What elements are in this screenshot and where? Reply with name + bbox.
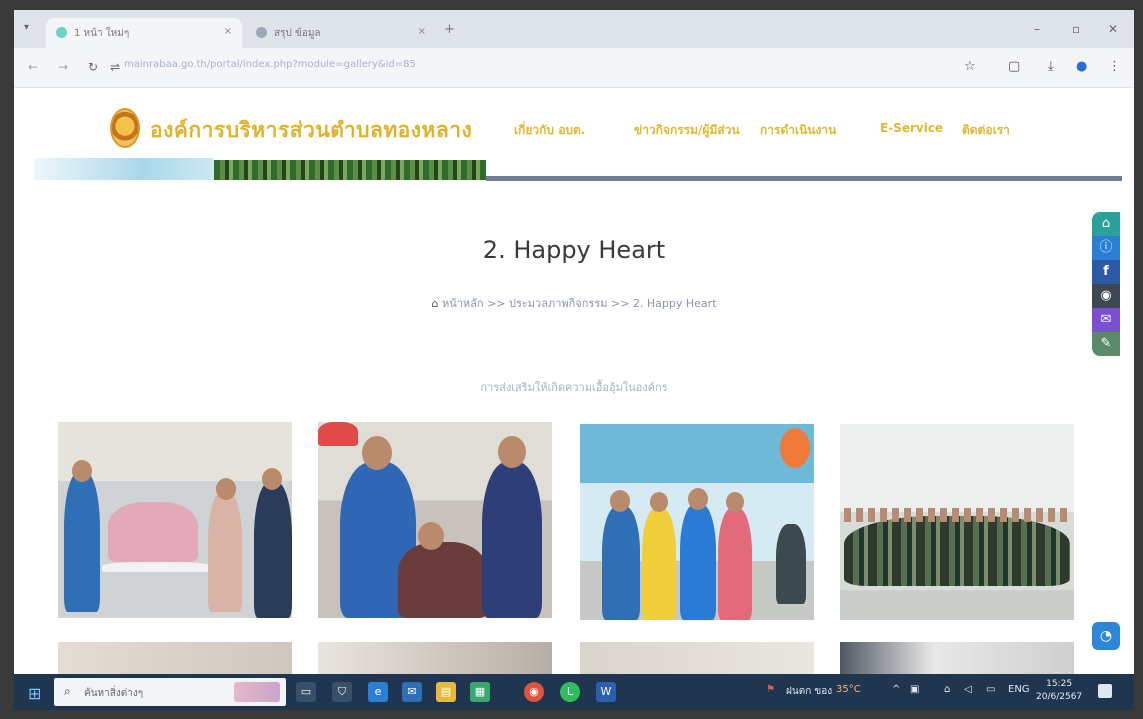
user-icon[interactable]: ◉ xyxy=(1092,284,1120,308)
reload-icon[interactable]: ↻ xyxy=(88,60,98,74)
mail-icon[interactable]: ✉ xyxy=(1092,308,1120,332)
forward-icon[interactable]: → xyxy=(58,60,68,74)
home-icon[interactable]: ⌂ xyxy=(1092,212,1120,236)
facebook-icon[interactable]: f xyxy=(1092,260,1120,284)
chat-icon[interactable]: ◔ xyxy=(1092,622,1120,650)
minimize-icon[interactable]: – xyxy=(1034,22,1040,36)
new-tab-button[interactable]: + xyxy=(444,22,455,37)
taskbar-clock[interactable]: 15:25 20/6/2567 xyxy=(1036,678,1082,704)
tab-favicon xyxy=(56,27,67,38)
store-icon[interactable]: ▦ xyxy=(470,682,490,702)
breadcrumb-section[interactable]: ประมวลภาพกิจกรรม xyxy=(509,297,607,310)
bookmark-star-icon[interactable]: ☆ xyxy=(964,59,976,74)
clock-date: 20/6/2567 xyxy=(1036,692,1083,702)
weather-text[interactable]: ฝนตก ของ xyxy=(786,684,832,699)
gallery-photo[interactable] xyxy=(580,424,814,620)
close-tab-icon[interactable]: × xyxy=(418,26,426,37)
address-bar: ← → ↻ ⇌ mainrabaa.go.th/portal/index.php… xyxy=(14,48,1134,88)
profile-icon[interactable]: ● xyxy=(1076,59,1087,74)
nav-menu-item[interactable]: E-Service xyxy=(880,121,943,135)
info-icon[interactable]: ⓘ xyxy=(1092,236,1120,260)
temperature-text[interactable]: 35°C xyxy=(836,684,861,695)
search-placeholder: ค้นหาสิ่งต่างๆ xyxy=(84,688,144,699)
site-name[interactable]: องค์การบริหารส่วนตำบลทองหลาง xyxy=(150,114,472,147)
mail-app-icon[interactable]: ✉ xyxy=(402,682,422,702)
monitor-screen: ▾ 1 หน้า ใหม่ๆ × สรุป ข้อมูล × + – ▫ ✕ ←… xyxy=(14,10,1134,710)
site-header: องค์การบริหารส่วนตำบลทองหลาง เกี่ยวกับ อ… xyxy=(14,88,1134,198)
notification-icon[interactable] xyxy=(1098,684,1112,698)
breadcrumb-home[interactable]: หน้าหลัก xyxy=(442,297,484,310)
back-icon[interactable]: ← xyxy=(28,60,38,74)
close-tab-icon[interactable]: × xyxy=(224,26,232,37)
tray-app-icon[interactable]: ▣ xyxy=(910,684,919,695)
site-info-icon[interactable]: ⇌ xyxy=(110,60,120,74)
floating-sidebar: ⌂ ⓘ f ◉ ✉ ✎ xyxy=(1092,212,1120,356)
gallery-photo[interactable] xyxy=(58,422,292,618)
security-icon[interactable]: ⛉ xyxy=(332,682,352,702)
tab-search-icon[interactable]: ▾ xyxy=(24,22,29,33)
download-icon[interactable]: ⤓ xyxy=(1048,59,1054,74)
gallery-description: การส่งเสริมให้เกิดความเอื้ออุ้มในองค์กร xyxy=(480,381,668,394)
battery-icon[interactable]: ▭ xyxy=(986,684,995,695)
taskbar: ⊞ ⌕ ค้นหาสิ่งต่างๆ ▭ ⛉ e ✉ ▤ ▦ ◉ L W ⚑ ฝ… xyxy=(14,674,1134,710)
close-window-icon[interactable]: ✕ xyxy=(1108,22,1118,36)
site-logo[interactable] xyxy=(110,108,140,148)
network-icon[interactable]: ⌂ xyxy=(944,684,950,695)
nav-menu-item[interactable]: ติดต่อเรา xyxy=(962,121,1010,140)
language-indicator[interactable]: ENG xyxy=(1008,684,1030,695)
edit-icon[interactable]: ✎ xyxy=(1092,332,1120,356)
volume-icon[interactable]: ◁ xyxy=(964,684,972,695)
menu-kebab-icon[interactable]: ⋮ xyxy=(1108,59,1121,74)
edge-icon[interactable]: e xyxy=(368,682,388,702)
home-icon[interactable]: ⌂ xyxy=(431,297,438,310)
tab-active[interactable]: 1 หน้า ใหม่ๆ × xyxy=(46,18,242,48)
line-app-icon[interactable]: L xyxy=(560,682,580,702)
header-banner xyxy=(34,158,214,180)
header-banner-image xyxy=(214,160,486,180)
search-icon: ⌕ xyxy=(64,684,71,698)
task-view-icon[interactable]: ▭ xyxy=(296,682,316,702)
header-divider xyxy=(486,176,1122,181)
gallery-photo[interactable] xyxy=(318,422,552,618)
maximize-icon[interactable]: ▫ xyxy=(1072,22,1080,36)
breadcrumb-current: 2. Happy Heart xyxy=(632,297,717,310)
nav-menu-item[interactable]: ข่าวกิจกรรม/ผู้มีส่วน xyxy=(634,121,740,140)
breadcrumb-separator: >> xyxy=(487,297,506,310)
reading-mode-icon[interactable]: ▢ xyxy=(1008,59,1020,74)
windows-start-icon[interactable]: ⊞ xyxy=(28,684,41,703)
search-highlight-image xyxy=(234,682,280,702)
page-title: 2. Happy Heart xyxy=(482,236,666,264)
browser-titlebar: ▾ 1 หน้า ใหม่ๆ × สรุป ข้อมูล × + – ▫ ✕ xyxy=(14,10,1134,48)
nav-menu-item[interactable]: การดำเนินงาน xyxy=(760,121,836,140)
weather-icon[interactable]: ⚑ xyxy=(766,684,775,695)
chrome-icon[interactable]: ◉ xyxy=(524,682,544,702)
gallery-photo[interactable] xyxy=(840,424,1074,620)
clock-time: 15:25 xyxy=(1046,679,1073,689)
breadcrumb: ⌂ หน้าหลัก >> ประมวลภาพกิจกรรม >> 2. Hap… xyxy=(14,294,1134,312)
url-field[interactable]: mainrabaa.go.th/portal/index.php?module=… xyxy=(124,59,416,70)
tab-inactive[interactable]: สรุป ข้อมูล × xyxy=(246,18,436,48)
tab-favicon xyxy=(256,27,267,38)
tray-expand-icon[interactable]: ^ xyxy=(892,684,900,695)
breadcrumb-separator: >> xyxy=(610,297,630,310)
file-explorer-icon[interactable]: ▤ xyxy=(436,682,456,702)
word-icon[interactable]: W xyxy=(596,682,616,702)
nav-menu-item[interactable]: เกี่ยวกับ อบต. xyxy=(514,121,585,140)
tab-label: 1 หน้า ใหม่ๆ xyxy=(74,28,130,39)
taskbar-search[interactable]: ⌕ ค้นหาสิ่งต่างๆ xyxy=(54,678,286,706)
tab-label: สรุป ข้อมูล xyxy=(274,28,321,39)
